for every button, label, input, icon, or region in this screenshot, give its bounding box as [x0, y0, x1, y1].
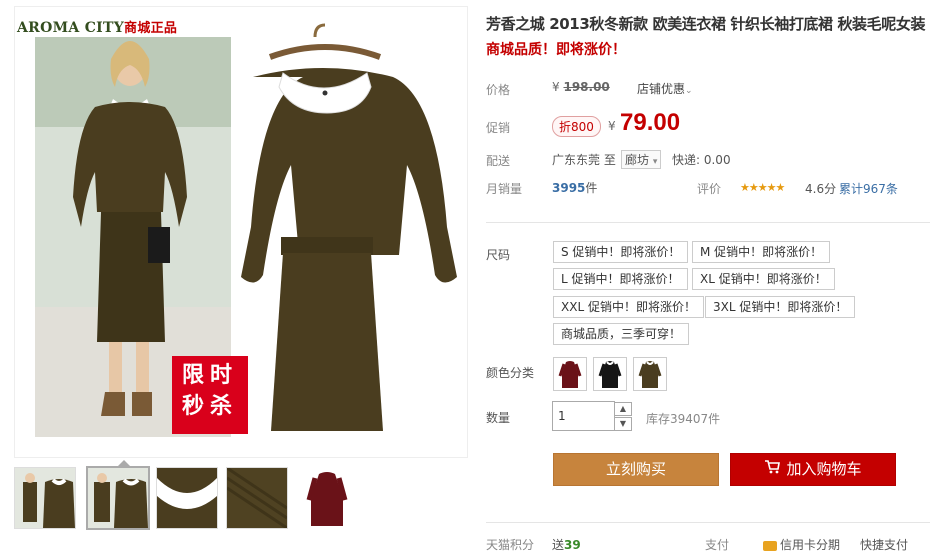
brand-name: AROMA CITY — [17, 20, 125, 36]
size-option-l[interactable]: L 促销中！即将涨价！ — [553, 268, 688, 290]
product-title: 芳香之城 2013秋冬新款 欧美连衣裙 针织长袖打底裙 秋装毛呢女装 — [486, 15, 926, 33]
quantity-decrease-button[interactable]: ▼ — [614, 417, 632, 431]
wine-dress-icon — [558, 361, 582, 388]
thumbnail-2[interactable] — [86, 466, 150, 530]
credit-card-icon — [763, 540, 777, 551]
review-count-link[interactable]: 累计967条 — [839, 180, 898, 197]
express-fee: 快递: 0.00 — [672, 153, 731, 167]
destination-select[interactable]: 廊坊 ▾ — [621, 150, 662, 169]
army-green-dress-icon — [638, 361, 662, 388]
thumbnail-5-image — [306, 472, 348, 526]
black-dress-icon — [598, 361, 622, 388]
price-label: 价格 — [486, 83, 511, 97]
size-option-3xl[interactable]: 3XL 促销中！即将涨价！ — [705, 296, 856, 318]
flash-sale-stamp: 限时 秒杀 — [172, 356, 248, 434]
thumbnail-1[interactable] — [14, 467, 76, 529]
payment-label: 支付 — [705, 538, 730, 552]
credit-installment-label: 信用卡分期 — [780, 538, 841, 552]
quantity-increase-button[interactable]: ▲ — [614, 402, 632, 416]
color-label: 颜色分类 — [486, 366, 535, 380]
stamp-line-2: 秒杀 — [181, 394, 238, 419]
store-discount-dropdown[interactable]: 店铺优惠⌄ — [637, 80, 693, 97]
store-discount-label: 店铺优惠 — [637, 82, 686, 96]
color-swatch-wine[interactable] — [553, 357, 587, 391]
footer-divider — [486, 522, 930, 523]
chevron-up-icon: ▲ — [619, 404, 627, 413]
ship-to-word: 至 — [603, 153, 616, 167]
add-to-cart-label: 加入购物车 — [786, 460, 862, 478]
thumbnail-3-image — [157, 468, 217, 528]
promo-currency: ¥ — [608, 119, 616, 133]
promo-price: 79.00 — [620, 109, 681, 136]
rating-label: 评价 — [697, 182, 722, 196]
active-thumbnail-indicator — [118, 460, 130, 466]
stamp-line-1: 限时 — [181, 363, 238, 388]
brand-logo: AROMA CITY商城正品 — [17, 17, 177, 36]
thumbnail-strip — [14, 460, 466, 535]
thumbnail-4-image — [227, 468, 287, 528]
size-option-xxl[interactable]: XXL 促销中！即将涨价！ — [553, 296, 704, 318]
monthly-sales: 3995件 — [552, 179, 597, 196]
thumbnail-1-image — [15, 468, 75, 528]
quantity-label: 数量 — [486, 411, 511, 425]
thumbnail-2-image — [88, 468, 148, 528]
dropdown-arrow-icon: ▾ — [652, 157, 658, 167]
monthly-sales-value: 3995 — [552, 181, 586, 195]
buy-now-button[interactable]: 立刻购买 — [553, 453, 719, 486]
destination-value: 廊坊 — [625, 153, 650, 167]
tmall-points-label: 天猫积分 — [486, 538, 535, 552]
chevron-down-icon: ▼ — [619, 419, 627, 428]
promo-badge: 折800 — [552, 116, 601, 137]
credit-installment-link[interactable]: 信用卡分期 — [763, 536, 840, 553]
section-divider — [486, 222, 930, 223]
thumbnail-4[interactable] — [226, 467, 288, 529]
tmall-points: 送39 — [552, 536, 581, 553]
quantity-input[interactable]: 1 — [552, 401, 615, 431]
cart-icon — [764, 454, 781, 485]
shipping-label: 配送 — [486, 154, 511, 168]
size-label: 尺码 — [486, 248, 511, 262]
color-swatch-black[interactable] — [593, 357, 627, 391]
ship-from-city: 广东东莞 — [552, 153, 601, 167]
original-price-value: 198.00 — [563, 80, 610, 94]
stock-count: 库存39407件 — [646, 412, 721, 426]
original-currency: ¥ — [552, 80, 560, 94]
size-option-m[interactable]: M 促销中！即将涨价！ — [692, 241, 831, 263]
chevron-down-icon: ⌄ — [685, 86, 693, 96]
original-price: ¥ 198.00 — [552, 80, 610, 94]
monthly-sales-unit: 件 — [585, 181, 598, 195]
ship-from: 广东东莞 至 — [552, 151, 616, 168]
thumbnail-3[interactable] — [156, 467, 218, 529]
monthly-sales-label: 月销量 — [486, 182, 523, 196]
product-gallery: AROMA CITY商城正品 限时 秒杀 — [0, 0, 468, 549]
size-option-note[interactable]: 商城品质，三季可穿！ — [553, 323, 690, 345]
product-subtitle: 商城品质！即将涨价！ — [486, 42, 626, 58]
rating-score: 4.6分 — [805, 182, 837, 196]
size-option-s[interactable]: S 促销中！即将涨价！ — [553, 241, 689, 263]
points-value: 39 — [564, 538, 581, 552]
points-prefix: 送 — [552, 538, 565, 552]
size-option-xl[interactable]: XL 促销中！即将涨价！ — [692, 268, 835, 290]
add-to-cart-button[interactable]: 加入购物车 — [730, 453, 896, 486]
quick-pay-link[interactable]: 快捷支付 — [860, 536, 908, 553]
thumbnail-5[interactable] — [296, 467, 358, 529]
color-swatch-army-green[interactable] — [633, 357, 667, 391]
brand-authentic-tag: 商城正品 — [124, 21, 178, 36]
rating-stars-icon: ★★★★★ — [740, 181, 785, 194]
promo-label: 促销 — [486, 121, 511, 135]
